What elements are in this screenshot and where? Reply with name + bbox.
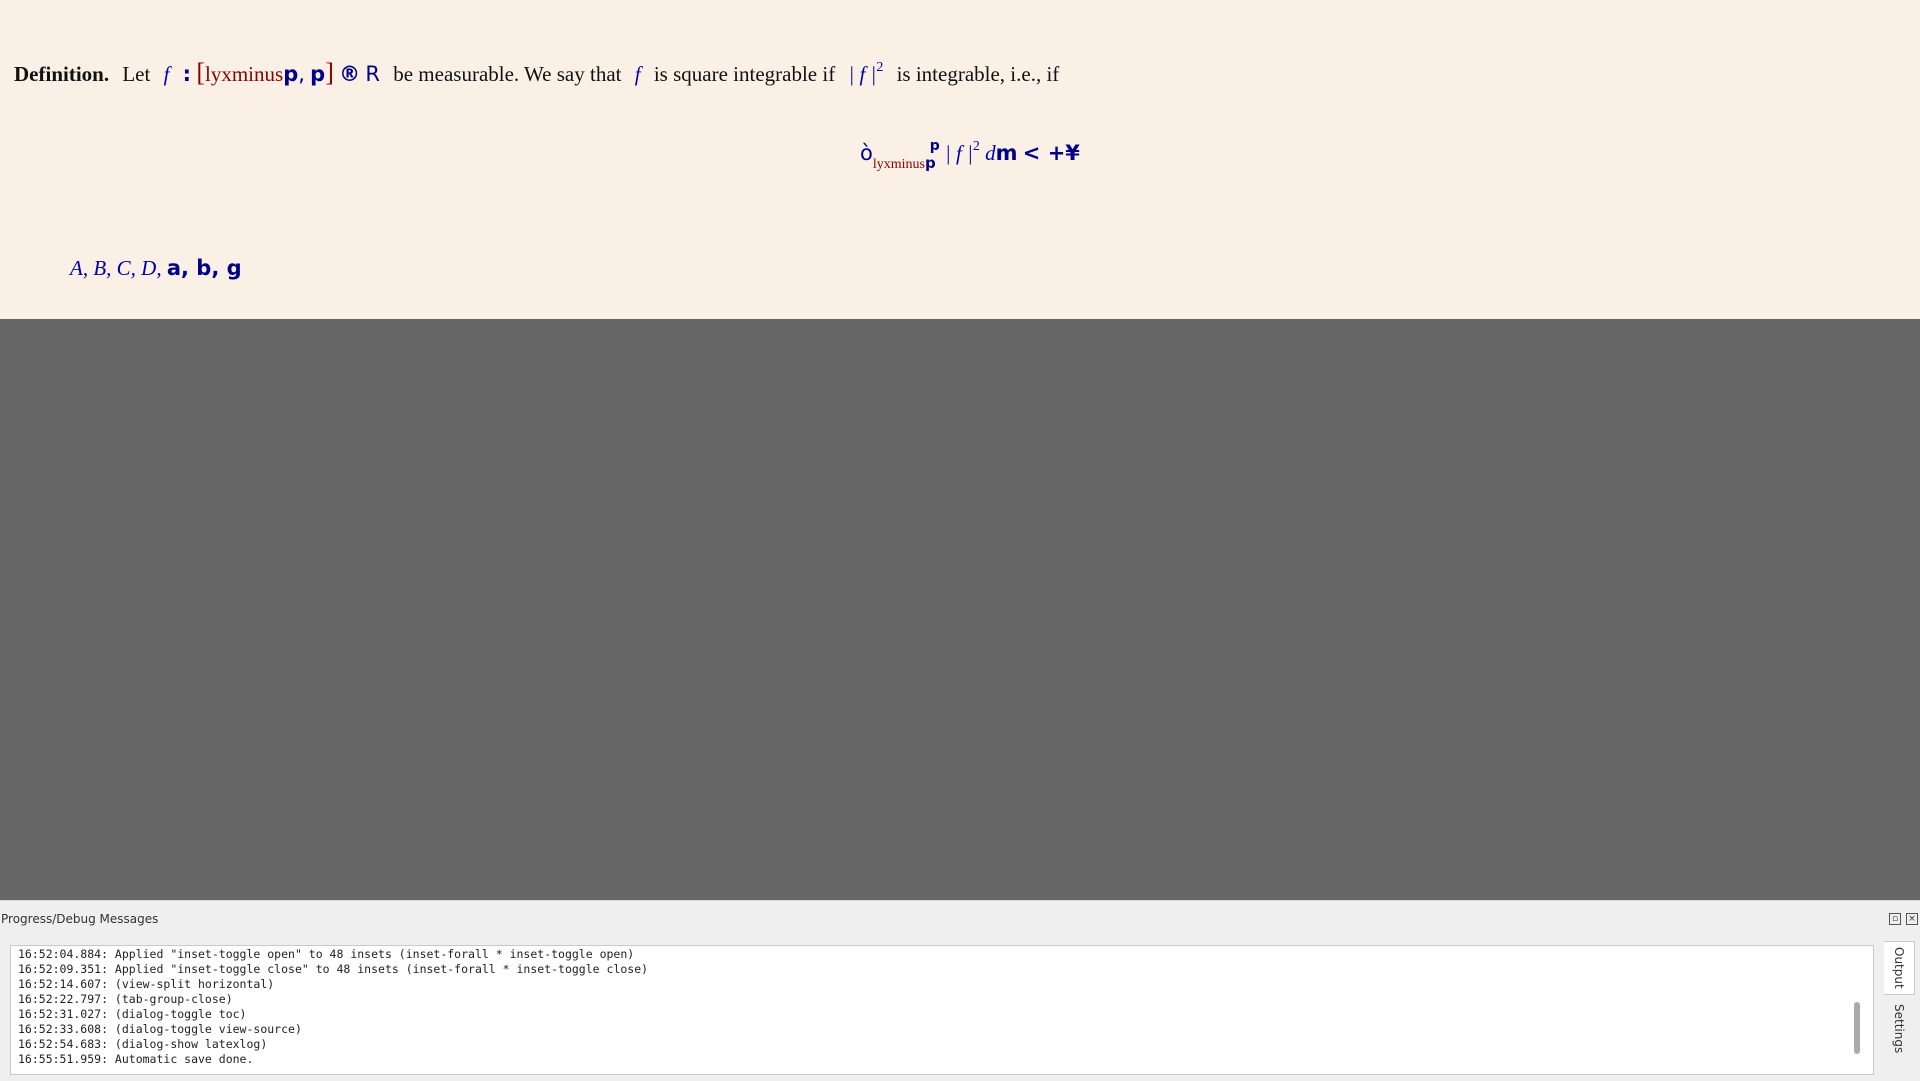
math-square: 2 xyxy=(876,60,884,75)
debug-messages-panel: Progress/Debug Messages ▫ × 16:52:04.884… xyxy=(0,900,1920,1081)
log-line: 16:52:14.607: (view-split horizontal) xyxy=(18,977,275,991)
math-abs-f-display: | f | xyxy=(945,141,973,165)
math-abs-f: | f | xyxy=(848,62,877,86)
math-comma: , xyxy=(298,62,305,86)
math-square-display: 2 xyxy=(972,139,980,154)
math-integral: ò xyxy=(860,141,873,165)
scrollbar-thumb[interactable] xyxy=(1854,1002,1860,1054)
log-line: 16:52:31.027: (dialog-toggle toc) xyxy=(18,1007,247,1021)
tab-settings[interactable]: Settings xyxy=(1884,1001,1914,1057)
log-line: 16:52:54.683: (dialog-show latexlog) xyxy=(18,1037,268,1051)
log-scrollbar[interactable] xyxy=(1851,948,1863,1070)
math-integral-lower-pi: p xyxy=(924,154,936,172)
math-colon: : xyxy=(182,62,192,86)
math-pi: p xyxy=(283,62,299,86)
float-icon[interactable]: ▫ xyxy=(1889,913,1901,925)
tab-output[interactable]: Output xyxy=(1884,941,1915,995)
math-bracket-close: ] xyxy=(325,58,334,87)
math-mu: m xyxy=(995,141,1018,165)
math-bracket-open: [ xyxy=(196,58,205,87)
log-output[interactable]: 16:52:04.884: Applied "inset-toggle open… xyxy=(10,945,1874,1075)
math-arrow: ® xyxy=(339,62,361,86)
math-pi-2: p xyxy=(310,62,326,86)
math-reals: R xyxy=(365,62,380,86)
math-less-than-infinity: < +¥ xyxy=(1022,141,1080,165)
definition-label: Definition. xyxy=(14,62,110,86)
display-equation: òlyxminuspp | f |2 dm < +¥ xyxy=(860,138,1080,173)
math-d: d xyxy=(985,141,996,165)
log-line: 16:52:04.884: Applied "inset-toggle open… xyxy=(18,947,635,961)
math-f-2: f xyxy=(634,62,641,86)
document-view[interactable]: Definition. Let f : [lyxminusp, p] ® R b… xyxy=(0,0,1920,319)
text-be-measurable: be measurable. We say that xyxy=(393,62,622,86)
math-bold-symbols: a, b, g xyxy=(166,256,242,280)
math-italic-symbols: A, B, C, D, xyxy=(70,256,162,280)
text-let: Let xyxy=(122,62,151,86)
log-line: 16:55:51.959: Automatic save done. xyxy=(18,1052,254,1066)
definition-paragraph: Definition. Let f : [lyxminusp, p] ® R b… xyxy=(14,58,1059,88)
math-integral-upper: p xyxy=(929,138,940,154)
log-line: 16:52:33.608: (dialog-toggle view-source… xyxy=(18,1022,302,1036)
math-integral-lower: lyxminus xyxy=(872,157,925,172)
text-square-integrable: is square integrable if xyxy=(653,62,836,86)
text-is-integrable: is integrable, i.e., if xyxy=(896,62,1060,86)
panel-side-tabs: Output Settings xyxy=(1884,941,1915,1081)
panel-title: Progress/Debug Messages xyxy=(1,912,159,926)
math-lyxminus: lyxminus xyxy=(205,62,284,86)
math-f: f xyxy=(163,62,170,86)
symbols-line: A, B, C, D, a, b, g xyxy=(70,256,242,281)
log-line: 16:52:22.797: (tab-group-close) xyxy=(18,992,233,1006)
close-icon[interactable]: × xyxy=(1906,913,1918,925)
log-line: 16:52:09.351: Applied "inset-toggle clos… xyxy=(18,962,649,976)
